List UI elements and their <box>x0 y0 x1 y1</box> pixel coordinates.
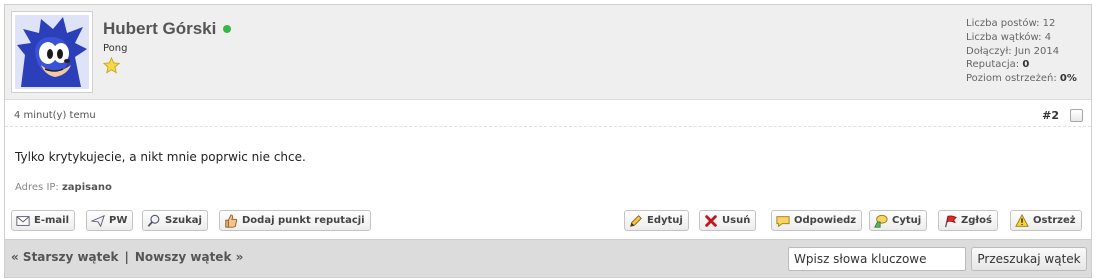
magnifier-icon <box>147 214 160 227</box>
delete-button[interactable]: Usuń <box>699 210 757 231</box>
author-bar: Hubert Górski Pong Liczba postów: 12 Lic… <box>5 5 1091 100</box>
post-number-link[interactable]: #2 <box>1042 109 1059 122</box>
avatar[interactable] <box>11 11 93 93</box>
reply-button[interactable]: Odpowiedz <box>771 210 863 231</box>
stat-threads: Liczba wątków: 4 <box>966 31 1052 43</box>
speech-bubble-icon <box>776 215 790 227</box>
email-button[interactable]: E-mail <box>11 210 76 231</box>
nav-separator: | <box>124 250 129 264</box>
envelope-icon <box>16 215 30 226</box>
post-time: 4 minut(y) temu <box>14 110 96 121</box>
delete-x-icon <box>705 214 717 227</box>
post-buttons: E-mail PW Szukaj Dodaj punkt reputacji E… <box>5 203 1091 239</box>
stat-posts: Liczba postów: 12 <box>966 18 1056 29</box>
flag-icon <box>944 214 957 227</box>
post-meta: 4 minut(y) temu #2 <box>5 107 1091 127</box>
star-icon <box>103 57 120 74</box>
post-container: Hubert Górski Pong Liczba postów: 12 Lic… <box>4 4 1092 240</box>
add-reputation-button[interactable]: Dodaj punkt reputacji <box>219 210 371 231</box>
search-thread-button[interactable]: Przeszukaj wątek <box>971 247 1087 271</box>
avatar-image <box>15 15 89 89</box>
quote-bubble-icon <box>874 214 888 228</box>
stat-warning-level: Poziom ostrzeżeń: 0% <box>966 73 1077 85</box>
thread-footer: « Starszy wątek | Nowszy wątek » Przeszu… <box>4 240 1092 278</box>
paper-plane-icon <box>91 214 105 227</box>
user-title: Pong <box>103 43 128 54</box>
post-select-checkbox[interactable] <box>1070 109 1083 122</box>
stat-reputation: Reputacja: 0 <box>966 59 1030 71</box>
report-button[interactable]: Zgłoś <box>938 210 998 231</box>
edit-button[interactable]: Edytuj <box>624 210 689 231</box>
quote-button[interactable]: Cytuj <box>869 210 928 231</box>
username[interactable]: Hubert Górski <box>103 19 216 39</box>
thread-search-input[interactable] <box>788 247 966 271</box>
warn-button[interactable]: Ostrzeż <box>1010 210 1082 231</box>
newer-thread-link[interactable]: Nowszy wątek » <box>135 250 243 264</box>
thread-navigation: « Starszy wątek | Nowszy wątek » <box>11 250 243 264</box>
older-thread-link[interactable]: « Starszy wątek <box>11 250 119 264</box>
username-row: Hubert Górski <box>103 19 232 39</box>
post-message: Tylko krytykujecie, a nikt mnie poprwic … <box>15 150 306 164</box>
warning-icon <box>1015 213 1029 227</box>
online-status-icon <box>223 25 232 33</box>
stat-joined: Dołączył: Jun 2014 <box>966 45 1060 57</box>
post-ip: Adres IP: zapisano <box>15 182 112 193</box>
author-stats: Liczba postów: 12 Liczba wątków: 4 Dołąc… <box>966 17 1077 86</box>
thumbs-up-icon <box>225 213 238 228</box>
pencil-icon <box>630 214 642 227</box>
pm-button[interactable]: PW <box>86 210 134 231</box>
find-posts-button[interactable]: Szukaj <box>142 210 208 231</box>
